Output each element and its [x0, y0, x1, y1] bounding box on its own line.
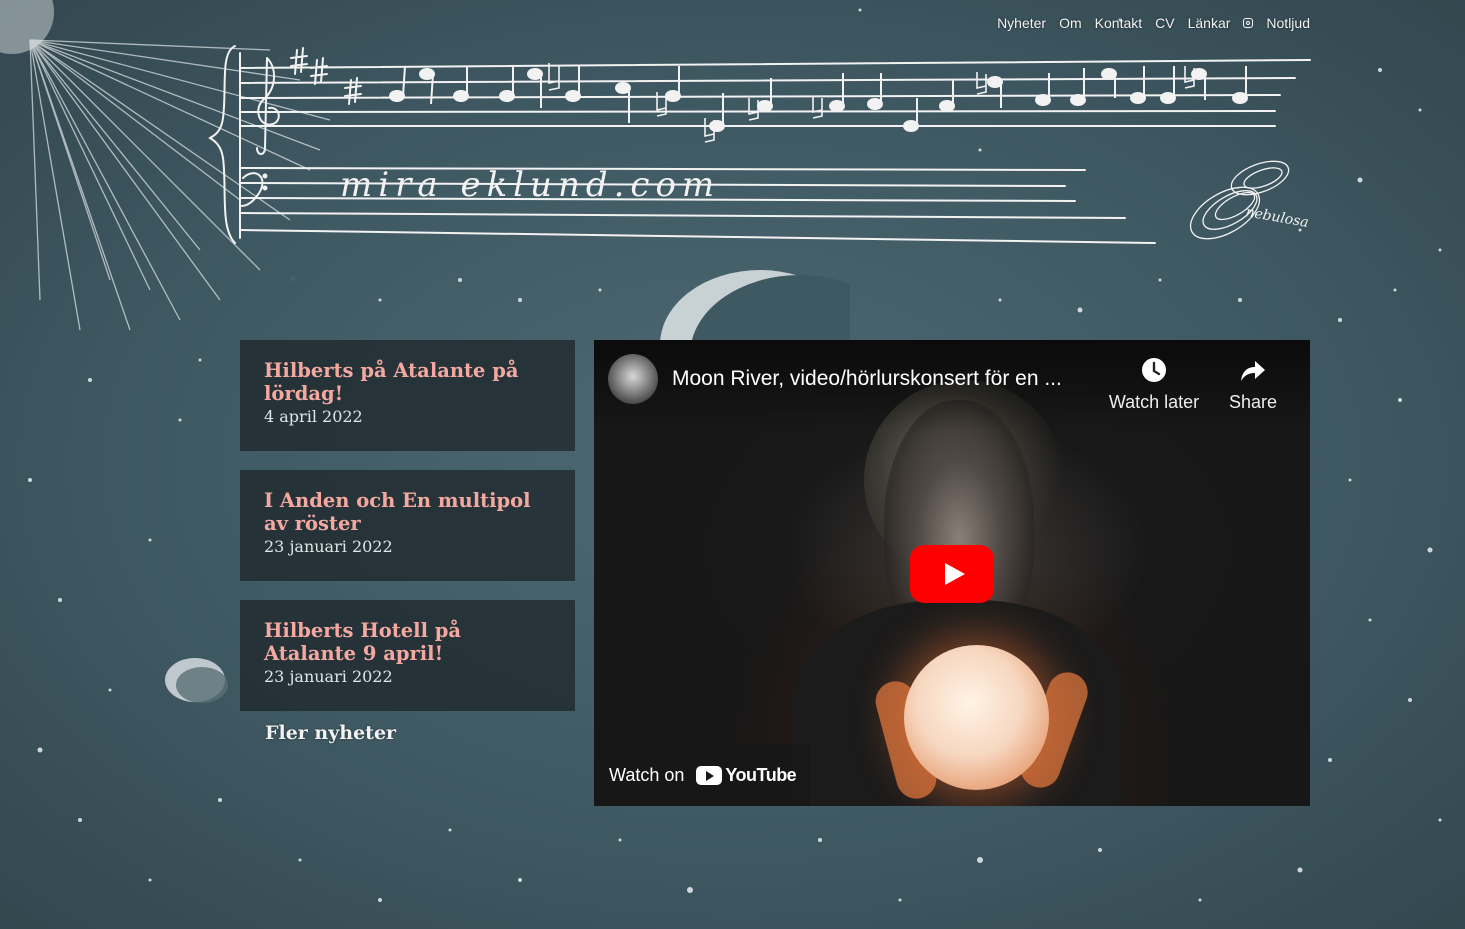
nav-link-instagram[interactable] — [1243, 18, 1254, 28]
nav-link-om[interactable]: Om — [1059, 15, 1082, 31]
news-card-title[interactable]: Hilberts på Atalante på lördag! — [264, 359, 551, 405]
share-button[interactable]: Share — [1203, 356, 1303, 413]
news-card-title[interactable]: Hilberts Hotell på Atalante 9 april! — [264, 619, 551, 665]
crescent-planet-illustration — [660, 270, 850, 345]
share-label: Share — [1228, 392, 1278, 412]
watch-on-youtube-button[interactable]: Watch on YouTube — [594, 744, 810, 806]
top-navigation: Nyheter Om Kontakt CV Länkar Notljud — [997, 15, 1310, 31]
nebulosa-logo — [1189, 160, 1290, 240]
site-logo-sheet-music[interactable]: mira eklund.com nebulosa — [205, 38, 1315, 253]
nav-link-lankar[interactable]: Länkar — [1188, 15, 1231, 31]
watch-later-label: Watch later — [1108, 392, 1200, 412]
youtube-play-icon — [696, 765, 723, 785]
thumbnail-glowing-moon — [904, 645, 1049, 790]
video-title[interactable]: Moon River, video/hörlurskonsert för en … — [672, 367, 1092, 391]
news-card-date: 23 januari 2022 — [264, 537, 393, 556]
channel-avatar[interactable] — [608, 354, 658, 404]
site-name-handwritten: mira eklund.com — [340, 165, 720, 205]
news-card[interactable]: I Anden och En multipol av röster 23 jan… — [240, 470, 575, 581]
small-moon-illustration — [165, 658, 228, 703]
nav-link-kontakt[interactable]: Kontakt — [1095, 15, 1142, 31]
nav-link-notljud[interactable]: Notljud — [1266, 15, 1310, 31]
watch-later-button[interactable]: Watch later — [1104, 356, 1204, 413]
youtube-logo: YouTube — [696, 764, 797, 786]
instagram-icon — [1243, 18, 1254, 28]
youtube-video-embed[interactable]: Moon River, video/hörlurskonsert för en … — [594, 340, 1310, 806]
share-arrow-icon — [1241, 361, 1265, 381]
news-card-date: 23 januari 2022 — [264, 667, 393, 686]
clock-icon — [1142, 358, 1166, 382]
news-card-title[interactable]: I Anden och En multipol av röster — [264, 489, 551, 535]
nav-link-cv[interactable]: CV — [1155, 15, 1174, 31]
watch-on-label: Watch on — [609, 764, 685, 785]
youtube-logo-text: YouTube — [725, 764, 797, 785]
nav-link-nyheter[interactable]: Nyheter — [997, 15, 1046, 31]
nebulosa-logo-text: nebulosa — [1244, 204, 1310, 231]
news-card[interactable]: Hilberts Hotell på Atalante 9 april! 23 … — [240, 600, 575, 711]
news-card[interactable]: Hilberts på Atalante på lördag! 4 april … — [240, 340, 575, 451]
more-news-link[interactable]: Fler nyheter — [265, 722, 575, 744]
play-button[interactable] — [910, 545, 994, 603]
news-card-date: 4 april 2022 — [264, 407, 363, 426]
news-list: Hilberts på Atalante på lördag! 4 april … — [240, 340, 575, 744]
